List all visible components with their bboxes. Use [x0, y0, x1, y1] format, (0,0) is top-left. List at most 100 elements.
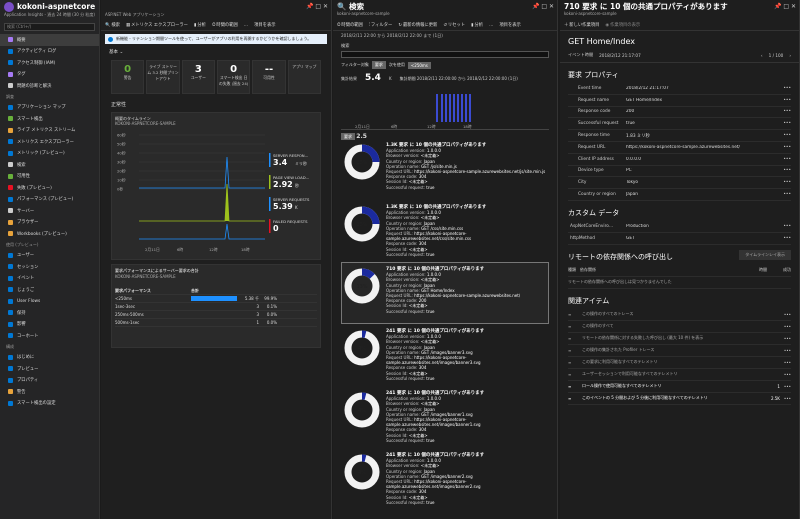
prop-row[interactable]: Device type PC •••	[568, 166, 791, 178]
related-item[interactable]: ≡ ユーザーセッションで利用可能なすべてのテレメトリ •••	[568, 369, 791, 381]
related-item[interactable]: ≡ このイベントの 5 分間および 5 分後に利用可能なすべてのテレメトリ 2.5K…	[568, 393, 791, 405]
nav-item[interactable]: はじめに	[0, 352, 99, 364]
more-icon[interactable]: •••	[784, 372, 791, 377]
nav-item[interactable]: 問題の診断と解決	[0, 80, 99, 92]
more-icon[interactable]: •••	[784, 396, 791, 401]
result-item[interactable]: 4% 241 要求 に 10 個の共通プロパティがあります Application …	[341, 448, 549, 510]
more-icon[interactable]: •••	[777, 133, 791, 138]
view-work-items-button[interactable]: ◉ 作業項目の表示	[605, 22, 640, 29]
nav-item[interactable]: イベント	[0, 273, 99, 285]
prop-row[interactable]: Response code 200 •••	[568, 107, 791, 119]
nav-item[interactable]: 可用性	[0, 171, 99, 183]
nav-item[interactable]: 概要	[0, 34, 99, 46]
toolbar-button[interactable]: ⏱ 時間の範囲	[337, 22, 363, 29]
nav-item[interactable]: ブラウザー	[0, 217, 99, 229]
prop-row[interactable]: City Tokyo •••	[568, 177, 791, 190]
prev-icon[interactable]: ‹	[761, 53, 763, 58]
nav-item[interactable]: プレビュー	[0, 363, 99, 375]
related-item[interactable]: ≡ この操作のすべて •••	[568, 321, 791, 333]
nav-item[interactable]: セッション	[0, 261, 99, 273]
nav-item[interactable]: スマート検出	[0, 113, 99, 125]
prop-row[interactable]: Client IP address 0.0.0.0 •••	[568, 154, 791, 166]
nav-item[interactable]: Workbooks (プレビュー)	[0, 228, 99, 240]
summary-tile[interactable]: ライブ ストリーム 3.2 秒間プリントアウト	[146, 60, 180, 94]
more-icon[interactable]: •••	[777, 180, 791, 185]
more-icon[interactable]: •••	[784, 360, 791, 365]
related-item[interactable]: ≡ この操作の集計された Profiler トレース •••	[568, 345, 791, 357]
nav-item[interactable]: サーバー	[0, 205, 99, 217]
blade-controls[interactable]: 📌 □ ✕	[774, 3, 796, 10]
toolbar-button[interactable]: ⫶ フィルター	[369, 22, 392, 29]
toolbar-button[interactable]: 🔍 検索	[105, 22, 120, 29]
prop-row[interactable]: Successful request true •••	[568, 118, 791, 131]
more-icon[interactable]: •••	[777, 109, 791, 114]
more-icon[interactable]: •••	[777, 157, 791, 162]
nav-item[interactable]: User Flows	[0, 296, 99, 308]
more-icon[interactable]: •••	[777, 98, 791, 103]
nav-item[interactable]: プロパティ	[0, 375, 99, 387]
perf-row[interactable]: 1sec-3sec 3 0.1%	[115, 303, 317, 311]
more-icon[interactable]: •••	[784, 348, 791, 353]
result-item[interactable]: 25% 1.3K 要求 に 10 個の共通プロパティがあります Applicatio…	[341, 138, 549, 200]
perf-row[interactable]: 250ms-500ms 3 0.0%	[115, 311, 317, 319]
search-query-input[interactable]	[341, 51, 549, 58]
nav-item[interactable]: アクセス制御 (IAM)	[0, 57, 99, 69]
summary-tile[interactable]: 0 スマート検出 日の失敗 (過去 24)	[216, 60, 251, 94]
nav-item[interactable]: ライブ メトリクス ストリーム	[0, 125, 99, 137]
toolbar-button[interactable]: ↻ 最新の情報に更新	[398, 22, 437, 29]
blade-controls[interactable]: 📌 □ ✕	[306, 3, 328, 10]
more-icon[interactable]: •••	[777, 236, 791, 241]
timeline-panel[interactable]: 概要のタイムライン KOKONI-ASPNETCORE-SAMPLE 60秒 50…	[111, 112, 321, 260]
more-icon[interactable]: •••	[784, 312, 791, 317]
nav-item[interactable]: 影響	[0, 319, 99, 331]
more-icon[interactable]: •••	[784, 324, 791, 329]
nav-item[interactable]: タグ	[0, 69, 99, 81]
nav-item[interactable]: ユーザー	[0, 250, 99, 262]
timeline-view-button[interactable]: タイムラインレイ表示	[739, 249, 791, 260]
performance-table[interactable]: 要求パフォーマンスによるサーバー要求の合計 KOKONI-ASPNETCORE-…	[111, 264, 321, 348]
more-icon[interactable]: •••	[777, 224, 791, 229]
more-icon[interactable]: •••	[777, 145, 791, 150]
related-item[interactable]: ≡ ロール操作で使用可能なすべてのテレメトリ 1 •••	[568, 381, 791, 393]
result-item[interactable]: 4% 241 要求 に 10 個の共通プロパティがあります Application …	[341, 324, 549, 386]
summary-tile[interactable]: 3 ユーザー	[181, 60, 215, 94]
more-icon[interactable]: •••	[777, 192, 791, 197]
nav-item[interactable]: 検索	[0, 159, 99, 171]
nav-item[interactable]: メトリック (プレビュー)	[0, 148, 99, 160]
result-item[interactable]: 4% 241 要求 に 10 個の共通プロパティがあります Application …	[341, 386, 549, 448]
next-icon[interactable]: ›	[789, 53, 791, 58]
prop-row[interactable]: Request name GET Home/Index •••	[568, 95, 791, 107]
nav-item[interactable]: 保持	[0, 307, 99, 319]
more-icon[interactable]: •••	[777, 168, 791, 173]
info-banner[interactable]: 新機能 - リテンション期間ツールを使って、ユーザーがアプリの利用を再開するかど…	[105, 34, 327, 44]
prop-row[interactable]: Response time 1.83 ミリ秒 •••	[568, 130, 791, 142]
related-item[interactable]: ≡ この操作のすべてのトレース •••	[568, 309, 791, 321]
related-item[interactable]: ≡ リモートの依存関係に対する失敗した呼び出し (最大 10 件) を表示 •••	[568, 333, 791, 345]
nav-item[interactable]: メトリクス エクスプローラー	[0, 136, 99, 148]
more-icon[interactable]: •••	[777, 86, 791, 91]
blade-controls[interactable]: 📌 □ ✕	[532, 3, 554, 10]
toolbar-button[interactable]: ▮ 分析	[471, 22, 483, 29]
summary-tile[interactable]: 0 警告	[111, 60, 145, 94]
toolbar-button[interactable]: …	[244, 23, 248, 28]
result-item[interactable]: 13% 710 要求 に 10 個の共通プロパティがあります Application…	[341, 262, 549, 324]
more-icon[interactable]: •••	[784, 384, 791, 389]
toolbar-button[interactable]: 項目を表示	[254, 22, 275, 28]
perf-row[interactable]: 500ms-1sec 1 0.0%	[115, 319, 317, 327]
toolbar-button[interactable]: …	[489, 23, 493, 28]
nav-item[interactable]: 警告	[0, 386, 99, 398]
custom-row[interactable]: httpMethod GET •••	[568, 233, 791, 245]
nav-item[interactable]: スマート検出の設定	[0, 398, 99, 410]
more-icon[interactable]: •••	[777, 121, 791, 126]
basic-dropdown[interactable]: 基本 ⌄	[101, 47, 331, 57]
summary-tile[interactable]: アプリ マップ	[287, 60, 321, 94]
nav-item[interactable]: じょうご	[0, 284, 99, 296]
toolbar-button[interactable]: ⏱ 時間の範囲	[212, 22, 238, 29]
toolbar-button[interactable]: ▮ 分析	[194, 22, 206, 29]
perf-row[interactable]: <250ms 5.38 千 99.9%	[115, 295, 317, 303]
result-histogram[interactable]: 2月11日 6時 12時 18時	[341, 86, 549, 130]
filter-chip-type[interactable]: 要求	[371, 61, 386, 69]
prop-row[interactable]: Country or region Japan •••	[568, 189, 791, 201]
custom-row[interactable]: AspNetCoreEnviro… Production •••	[568, 221, 791, 233]
nav-item[interactable]: 失敗 (プレビュー)	[0, 182, 99, 194]
